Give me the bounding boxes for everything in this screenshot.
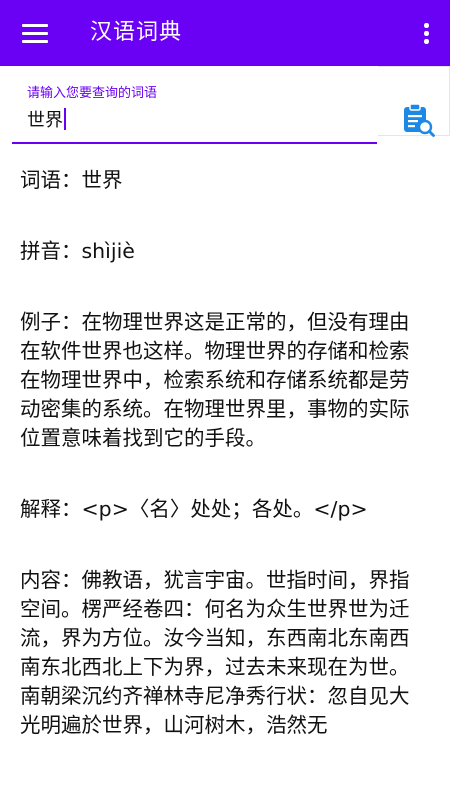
search-input-value[interactable]: 世界 xyxy=(27,106,66,132)
search-input[interactable]: 请输入您要查询的词语 世界 xyxy=(12,66,377,144)
hamburger-menu-icon-bar xyxy=(22,40,48,43)
search-input-text: 世界 xyxy=(27,110,63,131)
result-pinyin: 拼音：shìjiè xyxy=(20,239,135,263)
more-vertical-icon-dot xyxy=(424,31,429,36)
app-screen: 汉语词典 请输入您要查询的词语 世界 词语：世界 拼音：shìjiè 例子：在物… xyxy=(0,0,450,800)
clipboard-search-icon xyxy=(404,103,435,137)
hamburger-menu-icon-bar xyxy=(22,32,48,35)
result-word: 词语：世界 xyxy=(20,168,123,192)
hamburger-menu-icon xyxy=(22,24,48,27)
text-cursor xyxy=(64,108,66,130)
search-input-label: 请输入您要查询的词语 xyxy=(27,86,158,101)
app-bar: 汉语词典 xyxy=(0,0,450,66)
more-vertical-icon xyxy=(424,23,429,28)
result-example: 例子：在物理世界这是正常的，但没有理由在软件世界也这样。物理世界的存储和检索在物… xyxy=(20,310,410,450)
app-title: 汉语词典 xyxy=(90,20,183,45)
result-content: 词语：世界 拼音：shìjiè 例子：在物理世界这是正常的，但没有理由在软件世界… xyxy=(20,150,425,740)
more-vertical-icon-dot xyxy=(424,39,429,44)
result-detail: 内容：佛教语，犹言宇宙。世指时间，界指空间。楞严经卷四：何名为众生世界世为迁流，… xyxy=(20,568,410,737)
search-area: 请输入您要查询的词语 世界 xyxy=(0,66,450,150)
menu-button[interactable] xyxy=(22,23,48,43)
result-explanation: 解释：<p>〈名〉处处；各处。</p> xyxy=(20,497,368,521)
overflow-menu-button[interactable] xyxy=(422,22,430,46)
search-button[interactable] xyxy=(378,66,450,137)
